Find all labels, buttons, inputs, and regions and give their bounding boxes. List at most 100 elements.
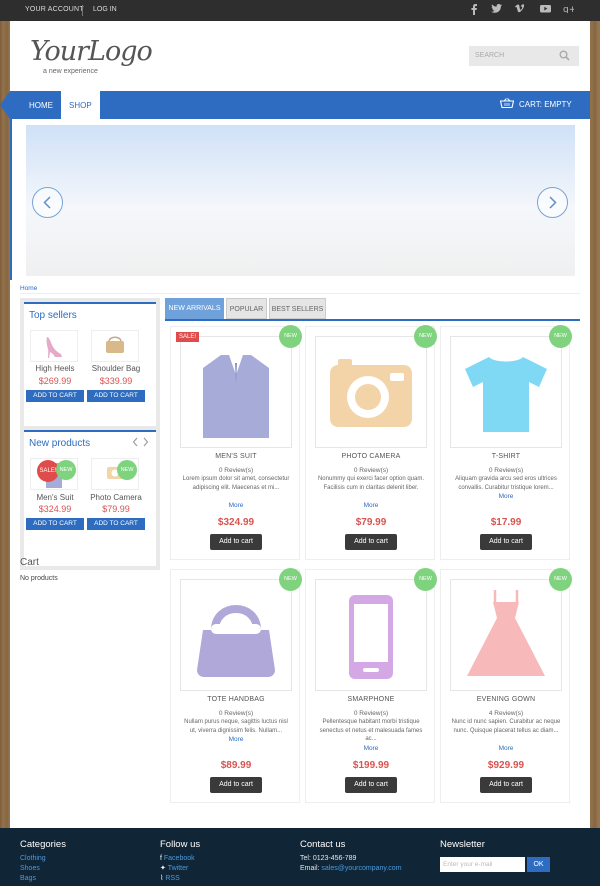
tab-new-arrivals[interactable]: NEW ARRIVALS: [165, 298, 224, 319]
more-link[interactable]: More: [306, 502, 436, 509]
footer-newsletter-title: Newsletter: [440, 839, 485, 850]
top-seller-name[interactable]: High Heels: [26, 364, 84, 373]
new-products-widget: New products SALE! NEW Men's Suit $324.9…: [20, 426, 160, 570]
add-to-cart-button[interactable]: Add to cart: [480, 777, 532, 793]
more-link[interactable]: More: [171, 502, 301, 509]
tab-best-sellers[interactable]: BEST SELLERS: [269, 298, 326, 319]
nav-arrow-decoration: [0, 91, 10, 119]
cart-empty-text: No products: [20, 575, 58, 582]
footer-link-twitter[interactable]: ✦ Twitter: [160, 864, 200, 874]
add-to-cart-button[interactable]: Add to cart: [345, 777, 397, 793]
breadcrumb[interactable]: Home: [20, 285, 37, 292]
more-link[interactable]: More: [306, 745, 436, 752]
main-navbar: HOME SHOP CART: EMPTY: [10, 91, 590, 121]
mens-suit-image[interactable]: [180, 336, 292, 448]
shoulder-bag-image[interactable]: [91, 330, 139, 362]
chevron-right-icon[interactable]: [143, 437, 149, 449]
more-link[interactable]: More: [441, 493, 571, 500]
high-heels-image[interactable]: [30, 330, 78, 362]
product-price: $89.99: [220, 760, 252, 771]
product-name[interactable]: SMARPHONE: [306, 696, 436, 703]
product-name[interactable]: T-SHIRT: [441, 453, 571, 460]
add-to-cart-button[interactable]: ADD TO CART: [26, 390, 84, 402]
twitter-icon[interactable]: [490, 4, 502, 16]
facebook-icon[interactable]: [468, 4, 480, 16]
more-link[interactable]: More: [441, 745, 571, 752]
slider-next-button[interactable]: [537, 187, 568, 218]
login-link[interactable]: LOG IN: [93, 6, 117, 13]
footer-phone: Tel: 0123-456-789: [300, 855, 357, 862]
product-name[interactable]: PHOTO CAMERA: [306, 453, 436, 460]
product-card[interactable]: SALE! NEW MEN'S SUIT 0 Review(s) Lorem i…: [170, 325, 302, 560]
footer-rss-label: RSS: [165, 875, 180, 882]
evening-gown-image[interactable]: [450, 579, 562, 691]
top-bar: YOUR ACCOUNT LOG IN g+: [0, 0, 600, 21]
footer-link-rss[interactable]: ⌇ RSS: [160, 874, 200, 884]
footer-email-link[interactable]: sales@yourcompany.com: [321, 865, 401, 872]
newsletter-ok-button[interactable]: OK: [527, 857, 550, 872]
footer-categories-title: Categories: [20, 839, 66, 850]
product-card[interactable]: NEW SMARPHONE 0 Review(s) Pellentesque h…: [305, 568, 437, 803]
footer-link-clothing[interactable]: Clothing: [20, 854, 66, 864]
product-description: Nonummy qui exerci facer option quam. Fa…: [317, 476, 425, 491]
product-price: $17.99: [490, 517, 522, 528]
product-description: Nunc id nunc sapien. Curabitur ac neque …: [451, 719, 561, 734]
product-card[interactable]: NEW PHOTO CAMERA 0 Review(s) Nonummy qui…: [305, 325, 437, 560]
product-card[interactable]: NEW EVENING GOWN 4 Review(s) Nunc id nun…: [440, 568, 572, 803]
new-product-name[interactable]: Photo Camera: [87, 493, 145, 502]
add-to-cart-button[interactable]: Add to cart: [480, 534, 532, 550]
footer-twitter-label: Twitter: [167, 865, 189, 872]
add-to-cart-button[interactable]: ADD TO CART: [26, 518, 84, 530]
product-description: Aliquam gravida arcu sed eros ultrices c…: [455, 476, 557, 491]
footer-link-shoes[interactable]: Shoes: [20, 864, 66, 874]
add-to-cart-button[interactable]: ADD TO CART: [87, 390, 145, 402]
youtube-icon[interactable]: [539, 4, 551, 16]
nav-shop[interactable]: SHOP: [61, 91, 100, 121]
nav-home[interactable]: HOME: [22, 91, 60, 119]
new-product-name[interactable]: Men's Suit: [26, 493, 84, 502]
t-shirt-image[interactable]: [450, 336, 562, 448]
product-card[interactable]: NEW TOTE HANDBAG 0 Review(s) Nullam puru…: [170, 568, 302, 803]
smartphone-image[interactable]: [315, 579, 427, 691]
product-name[interactable]: MEN'S SUIT: [171, 453, 301, 460]
photo-camera-image[interactable]: [315, 336, 427, 448]
footer-email-row: Email: sales@yourcompany.com: [300, 864, 402, 874]
add-to-cart-button[interactable]: Add to cart: [345, 534, 397, 550]
footer-newsletter: Newsletter: [440, 839, 485, 854]
newsletter-email-input[interactable]: Enter your e-mail: [440, 857, 525, 872]
tab-popular[interactable]: POPULAR: [226, 298, 267, 319]
googleplus-icon[interactable]: g+: [562, 4, 576, 16]
vimeo-icon[interactable]: [513, 4, 525, 16]
site-logo[interactable]: YourLogo: [30, 36, 153, 67]
search-box[interactable]: SEARCH: [469, 46, 579, 66]
chevron-left-icon[interactable]: [132, 437, 138, 449]
top-seller-name[interactable]: Shoulder Bag: [87, 364, 145, 373]
product-name[interactable]: TOTE HANDBAG: [171, 696, 301, 703]
product-reviews: 0 Review(s): [218, 710, 254, 717]
new-badge: NEW: [414, 568, 437, 591]
more-link[interactable]: More: [171, 736, 301, 743]
search-input[interactable]: SEARCH: [475, 52, 504, 59]
add-to-cart-button[interactable]: Add to cart: [210, 777, 262, 793]
add-to-cart-button[interactable]: ADD TO CART: [87, 518, 145, 530]
product-description: Lorem ipsum dolor sit amet, consectetur …: [182, 476, 290, 491]
new-product-price: $324.99: [38, 504, 72, 514]
product-reviews: 4 Review(s): [488, 710, 524, 717]
your-account-link[interactable]: YOUR ACCOUNT: [25, 6, 84, 13]
tote-handbag-image[interactable]: [180, 579, 292, 691]
slider-prev-button[interactable]: [32, 187, 63, 218]
footer-facebook-label: Facebook: [163, 855, 195, 862]
footer-follow: Follow us f Facebook ✦ Twitter ⌇ RSS: [160, 839, 200, 884]
footer-link-bags[interactable]: Bags: [20, 874, 66, 884]
product-price: $929.99: [487, 760, 525, 771]
svg-text:g+: g+: [563, 5, 574, 13]
product-name[interactable]: EVENING GOWN: [441, 696, 571, 703]
add-to-cart-button[interactable]: Add to cart: [210, 534, 262, 550]
product-card[interactable]: NEW T-SHIRT 0 Review(s) Aliquam gravida …: [440, 325, 572, 560]
footer-link-facebook[interactable]: f Facebook: [160, 854, 200, 864]
search-icon[interactable]: [559, 50, 570, 63]
new-badge: NEW: [56, 460, 76, 480]
footer-contact-title: Contact us: [300, 839, 346, 850]
product-reviews: 0 Review(s): [353, 710, 389, 717]
top-seller-price: $269.99: [38, 376, 72, 386]
